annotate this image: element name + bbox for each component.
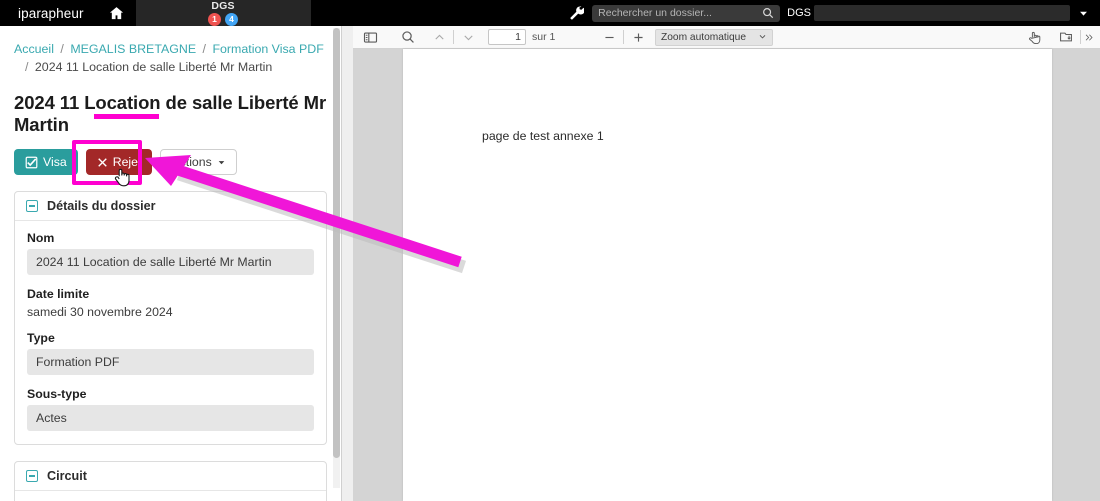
field-label-date-limite: Date limite bbox=[27, 287, 90, 301]
pdf-page: page de test annexe 1 bbox=[403, 49, 1052, 501]
profile-field[interactable] bbox=[814, 5, 1070, 21]
details-card-body: Nom 2024 11 Location de salle Liberté Mr… bbox=[15, 221, 326, 444]
chevron-down-icon bbox=[217, 158, 226, 167]
zoom-out-button[interactable] bbox=[598, 28, 620, 47]
details-card-title: Détails du dossier bbox=[47, 199, 156, 213]
collapse-icon[interactable] bbox=[26, 470, 38, 482]
visa-button-label: Visa bbox=[43, 154, 67, 169]
page-title-text: 2024 11 Location de salle Liberté Mr Mar… bbox=[14, 92, 327, 135]
toolbar-divider bbox=[623, 30, 625, 44]
rejet-button-label: Rejet bbox=[112, 154, 142, 169]
top-navigation-bar: iparapheur DGS 1 4 Rechercher un dossier… bbox=[0, 0, 1100, 26]
chevron-down-icon[interactable] bbox=[1070, 0, 1096, 26]
sidebar-scrollbar-thumb[interactable] bbox=[333, 28, 340, 458]
field-value-sous-type: Actes bbox=[27, 405, 314, 431]
panel-divider[interactable] bbox=[341, 26, 353, 501]
search-box[interactable] bbox=[592, 4, 781, 22]
tab-dgs[interactable]: DGS 1 4 bbox=[135, 0, 311, 26]
page-title: 2024 11 Location de salle Liberté Mr Mar… bbox=[14, 92, 327, 136]
breadcrumb-separator: / bbox=[202, 42, 206, 56]
pdf-toolbar: sur 1 Zoom automatique bbox=[353, 26, 1100, 49]
breadcrumb-current: 2024 11 Location de salle Liberté Mr Mar… bbox=[34, 60, 273, 74]
page-number-input[interactable] bbox=[488, 29, 526, 45]
toolbar-divider bbox=[453, 30, 454, 44]
tab-badges: 1 4 bbox=[208, 13, 239, 26]
field-label-type: Type bbox=[27, 331, 55, 345]
badge-red: 1 bbox=[208, 13, 222, 26]
breadcrumb-separator: / bbox=[60, 42, 64, 56]
field-value-date-limite: samedi 30 novembre 2024 bbox=[27, 305, 173, 319]
pdf-canvas-area[interactable]: page de test annexe 1 bbox=[353, 49, 1100, 501]
circuit-card-title: Circuit bbox=[47, 469, 87, 483]
visa-button[interactable]: Visa bbox=[14, 149, 78, 175]
actions-dropdown-button[interactable]: Actions bbox=[160, 149, 237, 175]
breadcrumb-item-megalis[interactable]: MEGALIS BRETAGNE bbox=[70, 42, 196, 56]
circuit-card-header[interactable]: Circuit bbox=[15, 462, 326, 491]
pdf-toolbar-right: Zoom automatique bbox=[598, 28, 1094, 47]
breadcrumb-item-formation[interactable]: Formation Visa PDF bbox=[212, 42, 323, 56]
tab-label: DGS bbox=[211, 0, 235, 12]
details-card: Détails du dossier Nom 2024 11 Location … bbox=[14, 191, 327, 445]
breadcrumb-separator: / bbox=[25, 60, 29, 74]
field-value-type: Formation PDF bbox=[27, 349, 314, 375]
sidebar-toggle-icon[interactable] bbox=[359, 28, 381, 47]
sidebar-scrollbar[interactable] bbox=[333, 28, 340, 488]
collapse-icon[interactable] bbox=[26, 200, 38, 212]
details-card-header[interactable]: Détails du dossier bbox=[15, 192, 326, 221]
save-icon[interactable] bbox=[1055, 28, 1077, 47]
actions-button-label: Actions bbox=[171, 154, 212, 169]
title-highlight-underline bbox=[94, 114, 159, 119]
field-value-nom: 2024 11 Location de salle Liberté Mr Mar… bbox=[27, 249, 314, 275]
topbar-right-controls: DGS bbox=[562, 0, 1100, 26]
breadcrumb: Accueil / MEGALIS BRETAGNE / Formation V… bbox=[0, 26, 341, 76]
pdf-page-text: page de test annexe 1 bbox=[482, 129, 604, 143]
profile-label: DGS bbox=[787, 7, 811, 19]
close-icon bbox=[97, 157, 108, 168]
chevron-down-icon[interactable] bbox=[457, 28, 479, 47]
hand-tool-icon[interactable] bbox=[1024, 28, 1046, 47]
circuit-card-body: Formation Création PDF Par SGM SGM Le 11… bbox=[15, 491, 326, 501]
home-icon[interactable] bbox=[98, 0, 136, 26]
search-icon[interactable] bbox=[762, 7, 774, 19]
breadcrumb-item-accueil[interactable]: Accueil bbox=[14, 42, 54, 56]
field-label-nom: Nom bbox=[27, 231, 55, 245]
page-total-label: sur 1 bbox=[532, 31, 556, 43]
chevron-down-icon bbox=[758, 32, 767, 43]
toolbar-divider bbox=[1080, 30, 1081, 44]
chevron-up-icon[interactable] bbox=[428, 28, 450, 47]
zoom-level-label: Zoom automatique bbox=[661, 31, 746, 43]
search-input[interactable] bbox=[598, 7, 763, 19]
rejet-button[interactable]: Rejet bbox=[85, 149, 153, 175]
app-root: iparapheur DGS 1 4 Rechercher un dossier… bbox=[0, 0, 1100, 501]
dossier-sidebar: Accueil / MEGALIS BRETAGNE / Formation V… bbox=[0, 26, 341, 501]
app-brand: iparapheur bbox=[18, 5, 84, 21]
checkbox-icon bbox=[25, 156, 38, 169]
field-label-sous-type: Sous-type bbox=[27, 387, 87, 401]
circuit-card: Circuit bbox=[14, 461, 327, 501]
badge-blue: 4 bbox=[225, 13, 239, 26]
search-icon[interactable] bbox=[397, 28, 419, 47]
zoom-in-button[interactable] bbox=[627, 28, 649, 47]
wrench-icon[interactable] bbox=[562, 0, 592, 26]
zoom-level-select[interactable]: Zoom automatique bbox=[655, 28, 773, 46]
tab-strip: DGS 1 4 bbox=[135, 0, 311, 26]
action-buttons-row: Visa Rejet Actions bbox=[14, 140, 327, 187]
breadcrumb-line-2: / 2024 11 Location de salle Liberté Mr M… bbox=[14, 58, 327, 76]
pdf-viewer: sur 1 Zoom automatique bbox=[353, 26, 1100, 501]
double-chevron-icon[interactable] bbox=[1084, 28, 1094, 47]
